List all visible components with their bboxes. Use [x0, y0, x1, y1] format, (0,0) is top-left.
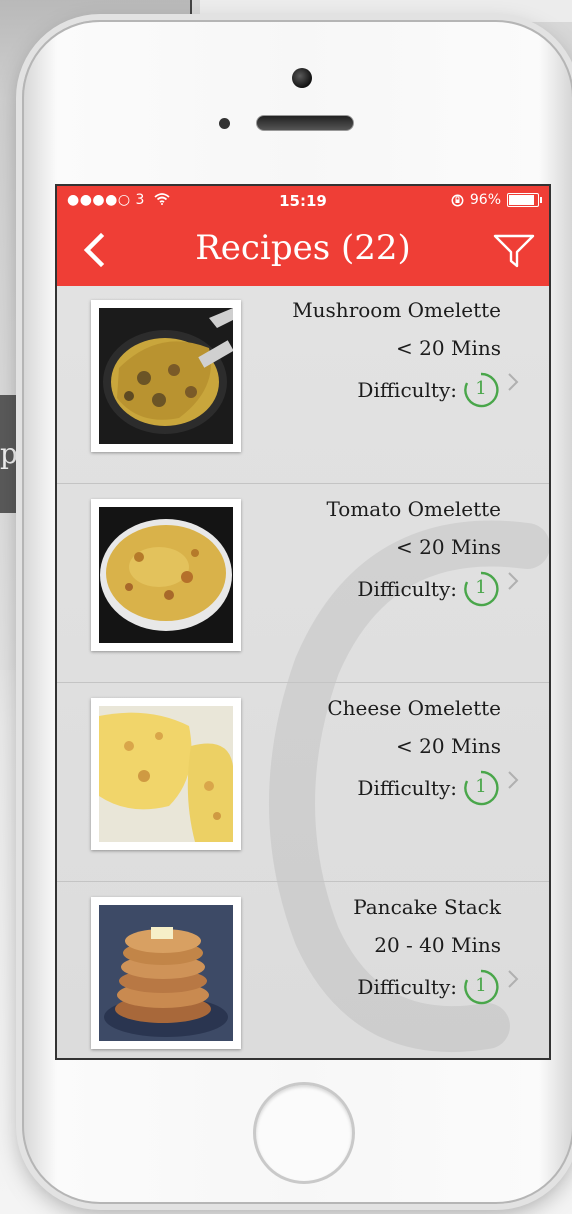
chevron-right-icon: [508, 970, 519, 988]
recipe-row[interactable]: Pancake Stack 20 - 40 Mins Difficulty: 1: [57, 883, 549, 1058]
difficulty-label: Difficulty:: [357, 378, 457, 402]
difficulty: Difficulty: 1: [357, 770, 499, 806]
difficulty-label: Difficulty:: [357, 776, 457, 800]
front-camera: [292, 68, 312, 88]
nav-bar: Recipes (22): [57, 214, 549, 286]
mushroom-omelette-photo: [99, 308, 233, 444]
recipe-photo-frame: [91, 300, 241, 452]
battery-icon: [507, 193, 542, 207]
chevron-right-icon: [508, 373, 519, 391]
home-button[interactable]: [253, 1082, 355, 1184]
difficulty-label: Difficulty:: [357, 577, 457, 601]
filter-button[interactable]: [491, 228, 537, 274]
status-bar: ●●●●○ 3 15:19 96%: [57, 186, 549, 214]
tomato-omelette-photo: [99, 507, 233, 643]
difficulty-badge: 1: [463, 770, 499, 806]
app-screen: ●●●●○ 3 15:19 96% Recipes (22) Mushroom …: [55, 184, 551, 1060]
recipe-time: < 20 Mins: [396, 734, 501, 758]
cheese-omelette-photo: [99, 706, 233, 842]
recipe-list[interactable]: Mushroom Omelette < 20 Mins Difficulty: …: [57, 286, 549, 1058]
background-tab: p: [0, 395, 24, 513]
phone-frame: ●●●●○ 3 15:19 96% Recipes (22) Mushroom …: [22, 20, 572, 1204]
difficulty: Difficulty: 1: [357, 372, 499, 408]
recipe-name: Cheese Omelette: [327, 696, 501, 720]
background-strip: [200, 0, 572, 22]
recipe-photo-frame: [91, 897, 241, 1049]
filter-funnel-icon: [493, 234, 535, 268]
difficulty-value: 1: [475, 378, 487, 399]
difficulty-value: 1: [475, 975, 487, 996]
recipe-photo-frame: [91, 499, 241, 651]
recipe-row[interactable]: Tomato Omelette < 20 Mins Difficulty: 1: [57, 485, 549, 683]
recipe-name: Pancake Stack: [353, 895, 501, 919]
recipe-time: < 20 Mins: [396, 336, 501, 360]
difficulty-value: 1: [475, 776, 487, 797]
chevron-right-icon: [508, 771, 519, 789]
difficulty-badge: 1: [463, 969, 499, 1005]
recipe-time: 20 - 40 Mins: [374, 933, 501, 957]
recipe-time: < 20 Mins: [396, 535, 501, 559]
difficulty-badge: 1: [463, 372, 499, 408]
recipe-row[interactable]: Mushroom Omelette < 20 Mins Difficulty: …: [57, 286, 549, 484]
difficulty-value: 1: [475, 577, 487, 598]
difficulty-badge: 1: [463, 571, 499, 607]
recipe-photo-frame: [91, 698, 241, 850]
recipe-row[interactable]: Cheese Omelette < 20 Mins Difficulty: 1: [57, 684, 549, 882]
earpiece-speaker: [256, 115, 354, 131]
difficulty-label: Difficulty:: [357, 975, 457, 999]
pancake-stack-photo: [99, 905, 233, 1041]
chevron-right-icon: [508, 572, 519, 590]
recipe-name: Mushroom Omelette: [292, 298, 501, 322]
page-title: Recipes (22): [195, 228, 411, 268]
recipe-name: Tomato Omelette: [326, 497, 502, 521]
difficulty: Difficulty: 1: [357, 969, 499, 1005]
rotation-lock-icon: [451, 194, 464, 206]
battery-percent: 96%: [469, 192, 501, 208]
difficulty: Difficulty: 1: [357, 571, 499, 607]
proximity-sensor: [219, 118, 230, 129]
